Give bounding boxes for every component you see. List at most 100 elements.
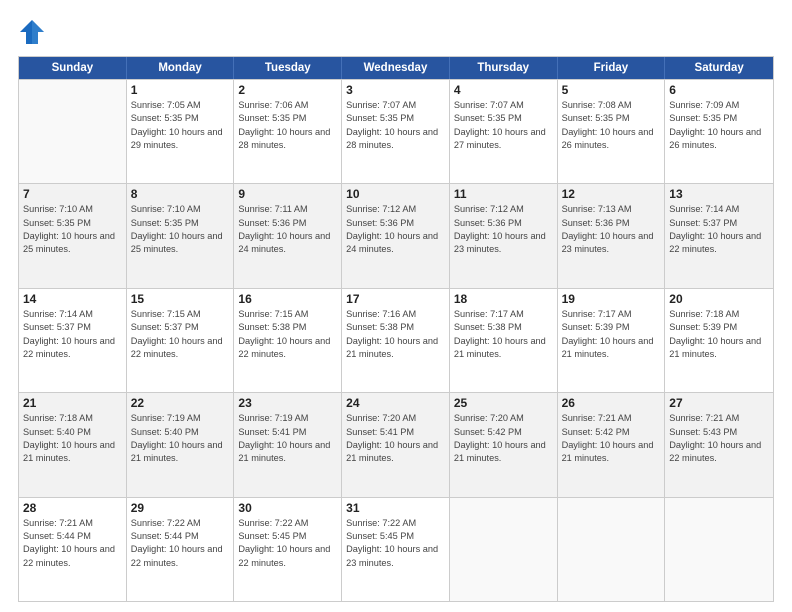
calendar-cell-24: 24Sunrise: 7:20 AM Sunset: 5:41 PM Dayli… [342, 393, 450, 496]
calendar-cell-19: 19 Sunrise: 7:17 AM Sunset: 5:39 PM Dayli… [558, 289, 666, 392]
cell-info: Sunrise: 7:16 AM Sunset: 5:38 PM Dayligh… [346, 308, 445, 361]
day-number: 30 [238, 501, 337, 515]
calendar-cell-20: 20Sunrise: 7:18 AM Sunset: 5:39 PM Dayli… [665, 289, 773, 392]
calendar-cell-17: 17 Sunrise: 7:16 AM Sunset: 5:38 PM Dayli… [342, 289, 450, 392]
calendar-cell-empty [450, 498, 558, 601]
calendar-cell-28: 28 Sunrise: 7:21 AM Sunset: 5:44 PM Dayli… [19, 498, 127, 601]
day-number: 22 [131, 396, 230, 410]
calendar-cell-25: 25 Sunrise: 7:20 AM Sunset: 5:42 PM Dayli… [450, 393, 558, 496]
day-number: 1 [131, 83, 230, 97]
calendar-cell-23: 23 Sunrise: 7:19 AM Sunset: 5:41 PM Dayli… [234, 393, 342, 496]
calendar-cell-31: 31Sunrise: 7:22 AM Sunset: 5:45 PM Dayli… [342, 498, 450, 601]
calendar-cell-6: 6 Sunrise: 7:09 AM Sunset: 5:35 PM Daylig… [665, 80, 773, 183]
calendar-cell-8: 8 Sunrise: 7:10 AM Sunset: 5:35 PM Daylig… [127, 184, 235, 287]
calendar-cell-27: 27 Sunrise: 7:21 AM Sunset: 5:43 PM Dayli… [665, 393, 773, 496]
day-number: 20 [669, 292, 769, 306]
day-number: 28 [23, 501, 122, 515]
cell-info: Sunrise: 7:20 AM Sunset: 5:41 PM Dayligh… [346, 412, 445, 465]
header-day-saturday: Saturday [665, 57, 773, 79]
calendar-cell-30: 30 Sunrise: 7:22 AM Sunset: 5:45 PM Dayli… [234, 498, 342, 601]
cell-info: Sunrise: 7:13 AM Sunset: 5:36 PM Dayligh… [562, 203, 661, 256]
calendar-cell-29: 29 Sunrise: 7:22 AM Sunset: 5:44 PM Dayli… [127, 498, 235, 601]
calendar-cell-5: 5 Sunrise: 7:08 AM Sunset: 5:35 PM Daylig… [558, 80, 666, 183]
cell-info: Sunrise: 7:10 AM Sunset: 5:35 PM Dayligh… [131, 203, 230, 256]
cell-info: Sunrise: 7:17 AM Sunset: 5:38 PM Dayligh… [454, 308, 553, 361]
cell-info: Sunrise: 7:22 AM Sunset: 5:44 PM Dayligh… [131, 517, 230, 570]
day-number: 19 [562, 292, 661, 306]
calendar-row-1: 1 Sunrise: 7:05 AM Sunset: 5:35 PM Daylig… [19, 79, 773, 183]
calendar-cell-10: 10 Sunrise: 7:12 AM Sunset: 5:36 PM Dayli… [342, 184, 450, 287]
calendar-cell-11: 11 Sunrise: 7:12 AM Sunset: 5:36 PM Dayli… [450, 184, 558, 287]
calendar-row-5: 28 Sunrise: 7:21 AM Sunset: 5:44 PM Dayli… [19, 497, 773, 601]
header-day-monday: Monday [127, 57, 235, 79]
calendar-cell-4: 4 Sunrise: 7:07 AM Sunset: 5:35 PM Daylig… [450, 80, 558, 183]
day-number: 27 [669, 396, 769, 410]
calendar-cell-22: 22 Sunrise: 7:19 AM Sunset: 5:40 PM Dayli… [127, 393, 235, 496]
logo [18, 18, 50, 46]
cell-info: Sunrise: 7:22 AM Sunset: 5:45 PM Dayligh… [238, 517, 337, 570]
day-number: 17 [346, 292, 445, 306]
cell-info: Sunrise: 7:18 AM Sunset: 5:40 PM Dayligh… [23, 412, 122, 465]
day-number: 9 [238, 187, 337, 201]
cell-info: Sunrise: 7:11 AM Sunset: 5:36 PM Dayligh… [238, 203, 337, 256]
cell-info: Sunrise: 7:05 AM Sunset: 5:35 PM Dayligh… [131, 99, 230, 152]
day-number: 10 [346, 187, 445, 201]
calendar-cell-18: 18 Sunrise: 7:17 AM Sunset: 5:38 PM Dayli… [450, 289, 558, 392]
calendar-cell-empty [19, 80, 127, 183]
cell-info: Sunrise: 7:14 AM Sunset: 5:37 PM Dayligh… [23, 308, 122, 361]
cell-info: Sunrise: 7:21 AM Sunset: 5:42 PM Dayligh… [562, 412, 661, 465]
calendar-cell-7: 7 Sunrise: 7:10 AM Sunset: 5:35 PM Daylig… [19, 184, 127, 287]
day-number: 11 [454, 187, 553, 201]
day-number: 5 [562, 83, 661, 97]
day-number: 6 [669, 83, 769, 97]
calendar-cell-13: 13 Sunrise: 7:14 AM Sunset: 5:37 PM Dayli… [665, 184, 773, 287]
cell-info: Sunrise: 7:17 AM Sunset: 5:39 PM Dayligh… [562, 308, 661, 361]
day-number: 8 [131, 187, 230, 201]
day-number: 13 [669, 187, 769, 201]
calendar: SundayMondayTuesdayWednesdayThursdayFrid… [18, 56, 774, 602]
cell-info: Sunrise: 7:12 AM Sunset: 5:36 PM Dayligh… [454, 203, 553, 256]
cell-info: Sunrise: 7:21 AM Sunset: 5:44 PM Dayligh… [23, 517, 122, 570]
calendar-row-4: 21 Sunrise: 7:18 AM Sunset: 5:40 PM Dayli… [19, 392, 773, 496]
calendar-cell-3: 3Sunrise: 7:07 AM Sunset: 5:35 PM Daylig… [342, 80, 450, 183]
calendar-cell-15: 15 Sunrise: 7:15 AM Sunset: 5:37 PM Dayli… [127, 289, 235, 392]
cell-info: Sunrise: 7:20 AM Sunset: 5:42 PM Dayligh… [454, 412, 553, 465]
calendar-cell-empty [558, 498, 666, 601]
calendar-cell-9: 9 Sunrise: 7:11 AM Sunset: 5:36 PM Daylig… [234, 184, 342, 287]
cell-info: Sunrise: 7:19 AM Sunset: 5:40 PM Dayligh… [131, 412, 230, 465]
calendar-header: SundayMondayTuesdayWednesdayThursdayFrid… [19, 57, 773, 79]
day-number: 25 [454, 396, 553, 410]
cell-info: Sunrise: 7:07 AM Sunset: 5:35 PM Dayligh… [454, 99, 553, 152]
cell-info: Sunrise: 7:10 AM Sunset: 5:35 PM Dayligh… [23, 203, 122, 256]
header-day-thursday: Thursday [450, 57, 558, 79]
calendar-row-3: 14 Sunrise: 7:14 AM Sunset: 5:37 PM Dayli… [19, 288, 773, 392]
calendar-cell-2: 2Sunrise: 7:06 AM Sunset: 5:35 PM Daylig… [234, 80, 342, 183]
header-day-tuesday: Tuesday [234, 57, 342, 79]
header [18, 18, 774, 46]
cell-info: Sunrise: 7:08 AM Sunset: 5:35 PM Dayligh… [562, 99, 661, 152]
day-number: 4 [454, 83, 553, 97]
calendar-cell-26: 26Sunrise: 7:21 AM Sunset: 5:42 PM Dayli… [558, 393, 666, 496]
cell-info: Sunrise: 7:21 AM Sunset: 5:43 PM Dayligh… [669, 412, 769, 465]
cell-info: Sunrise: 7:07 AM Sunset: 5:35 PM Dayligh… [346, 99, 445, 152]
day-number: 7 [23, 187, 122, 201]
calendar-cell-16: 16Sunrise: 7:15 AM Sunset: 5:38 PM Dayli… [234, 289, 342, 392]
calendar-cell-12: 12Sunrise: 7:13 AM Sunset: 5:36 PM Dayli… [558, 184, 666, 287]
cell-info: Sunrise: 7:15 AM Sunset: 5:37 PM Dayligh… [131, 308, 230, 361]
calendar-cell-21: 21 Sunrise: 7:18 AM Sunset: 5:40 PM Dayli… [19, 393, 127, 496]
header-day-sunday: Sunday [19, 57, 127, 79]
day-number: 29 [131, 501, 230, 515]
day-number: 15 [131, 292, 230, 306]
day-number: 21 [23, 396, 122, 410]
cell-info: Sunrise: 7:09 AM Sunset: 5:35 PM Dayligh… [669, 99, 769, 152]
day-number: 31 [346, 501, 445, 515]
cell-info: Sunrise: 7:12 AM Sunset: 5:36 PM Dayligh… [346, 203, 445, 256]
cell-info: Sunrise: 7:19 AM Sunset: 5:41 PM Dayligh… [238, 412, 337, 465]
calendar-row-2: 7 Sunrise: 7:10 AM Sunset: 5:35 PM Daylig… [19, 183, 773, 287]
day-number: 2 [238, 83, 337, 97]
calendar-cell-1: 1 Sunrise: 7:05 AM Sunset: 5:35 PM Daylig… [127, 80, 235, 183]
cell-info: Sunrise: 7:14 AM Sunset: 5:37 PM Dayligh… [669, 203, 769, 256]
day-number: 23 [238, 396, 337, 410]
day-number: 18 [454, 292, 553, 306]
day-number: 14 [23, 292, 122, 306]
